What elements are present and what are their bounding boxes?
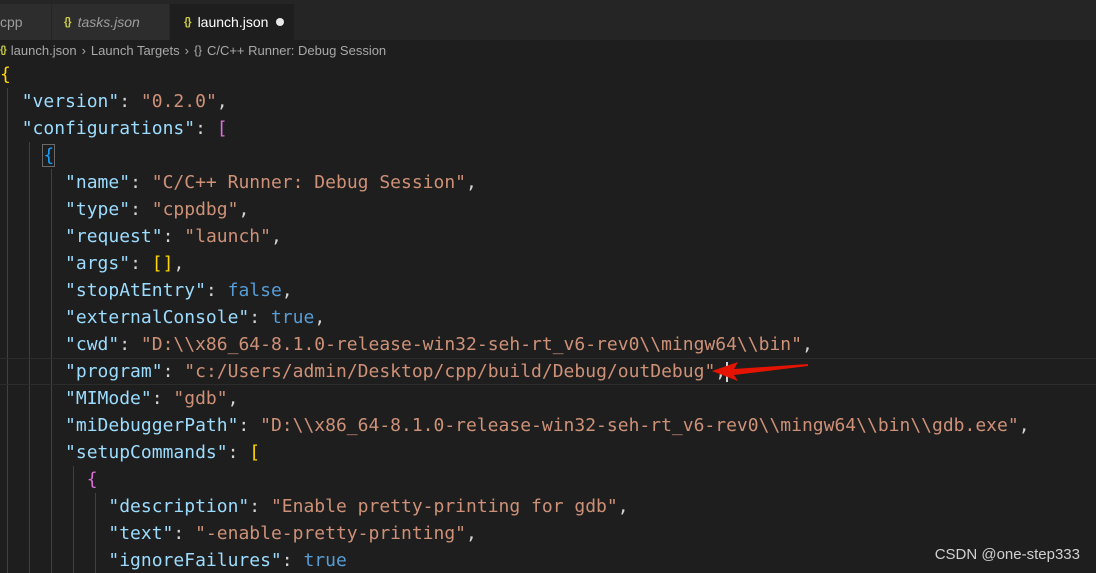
tab-label: cpp [0,14,23,30]
watermark: CSDN @one-step333 [934,546,1080,563]
code-line: "type": "cppdbg", [65,199,250,220]
breadcrumb-item-launch-targets[interactable]: Launch Targets [91,43,180,58]
json-key: "program" [65,361,163,382]
code-editor[interactable]: { "version": "0.2.0", "configurations": … [0,61,1096,573]
breadcrumb: {} launch.json › Launch Targets › {} C/C… [0,41,386,59]
code-line: "text": "-enable-pretty-printing", [108,523,477,544]
json-key: "miDebuggerPath" [65,415,239,436]
code-line: "stopAtEntry": false, [65,280,293,301]
code-line-current: "program": "c:/Users/admin/Desktop/cpp/b… [0,358,1096,385]
json-boolean-value: false [227,280,282,301]
code-line: "externalConsole": true, [65,307,326,328]
tab-launch-json[interactable]: {} launch.json [170,4,294,40]
brace-open: { [0,64,11,85]
json-boolean-value: true [270,307,315,328]
json-string-value: "Enable pretty-printing for gdb" [270,496,618,517]
code-line: "configurations": [ [21,118,228,139]
tab-label: tasks.json [77,14,140,30]
json-key: "version" [21,91,120,112]
tab-bar: cpp {} tasks.json {} launch.json [0,0,1096,40]
json-key: "cwd" [65,334,120,355]
json-key: "configurations" [21,118,196,139]
json-string-value: "0.2.0" [140,91,217,112]
empty-array: [] [151,253,174,274]
json-string-value: "gdb" [173,388,228,409]
breadcrumb-item-file[interactable]: launch.json [11,43,77,58]
json-file-icon: {} [64,16,72,28]
chevron-right-icon: › [184,42,189,58]
bracket-open: [ [216,118,228,139]
json-string-value: "cppdbg" [151,199,239,220]
code-line: { [0,61,1096,88]
json-key: "request" [65,226,163,247]
json-string-value: "launch" [184,226,271,247]
json-key: "args" [65,253,131,274]
json-key: "stopAtEntry" [65,280,206,301]
code-line: "description": "Enable pretty-printing f… [108,496,629,517]
code-line: { [0,142,1096,169]
brace-open: { [86,469,98,490]
object-icon: {} [193,43,202,57]
code-line: "request": "launch", [65,226,282,247]
code-line: "name": "C/C++ Runner: Debug Session", [65,172,477,193]
tab-label: launch.json [197,14,269,30]
code-line: { [0,466,1096,493]
json-string-value: "D:\\x86_64-8.1.0-release-win32-seh-rt_v… [140,334,802,355]
json-key: "ignoreFailures" [108,550,282,571]
unsaved-changes-icon[interactable] [276,18,284,26]
json-string-value: "-enable-pretty-printing" [195,523,467,544]
json-string-value: "C/C++ Runner: Debug Session" [151,172,467,193]
code-line: "ignoreFailures": true [108,550,347,571]
json-key: "type" [65,199,131,220]
chevron-right-icon: › [81,42,86,58]
json-key: "MIMode" [65,388,152,409]
json-string-value: "c:/Users/admin/Desktop/cpp/build/Debug/… [184,361,716,382]
json-key: "setupCommands" [65,442,228,463]
code-line: "version": "0.2.0", [21,91,228,112]
tab-tasks-json[interactable]: {} tasks.json [51,4,169,40]
json-file-icon: {} [184,16,192,28]
code-line: "setupCommands": [ [65,442,261,463]
code-line: "cwd": "D:\\x86_64-8.1.0-release-win32-s… [65,334,813,355]
json-file-icon: {} [0,44,7,56]
brace-open: { [42,144,56,167]
annotation-arrow-icon [712,362,808,381]
json-boolean-value: true [303,550,347,571]
tab-cpp[interactable]: cpp [0,4,51,40]
code-line: "miDebuggerPath": "D:\\x86_64-8.1.0-rele… [65,415,1030,436]
json-key: "text" [108,523,174,544]
code-line: "args": [], [65,253,185,274]
json-key: "name" [65,172,131,193]
json-string-value: "D:\\x86_64-8.1.0-release-win32-seh-rt_v… [260,415,1019,436]
breadcrumb-item-debug-session[interactable]: C/C++ Runner: Debug Session [207,43,386,58]
json-key: "description" [108,496,250,517]
bracket-open: [ [249,442,261,463]
json-key: "externalConsole" [65,307,250,328]
code-line: "MIMode": "gdb", [65,388,239,409]
